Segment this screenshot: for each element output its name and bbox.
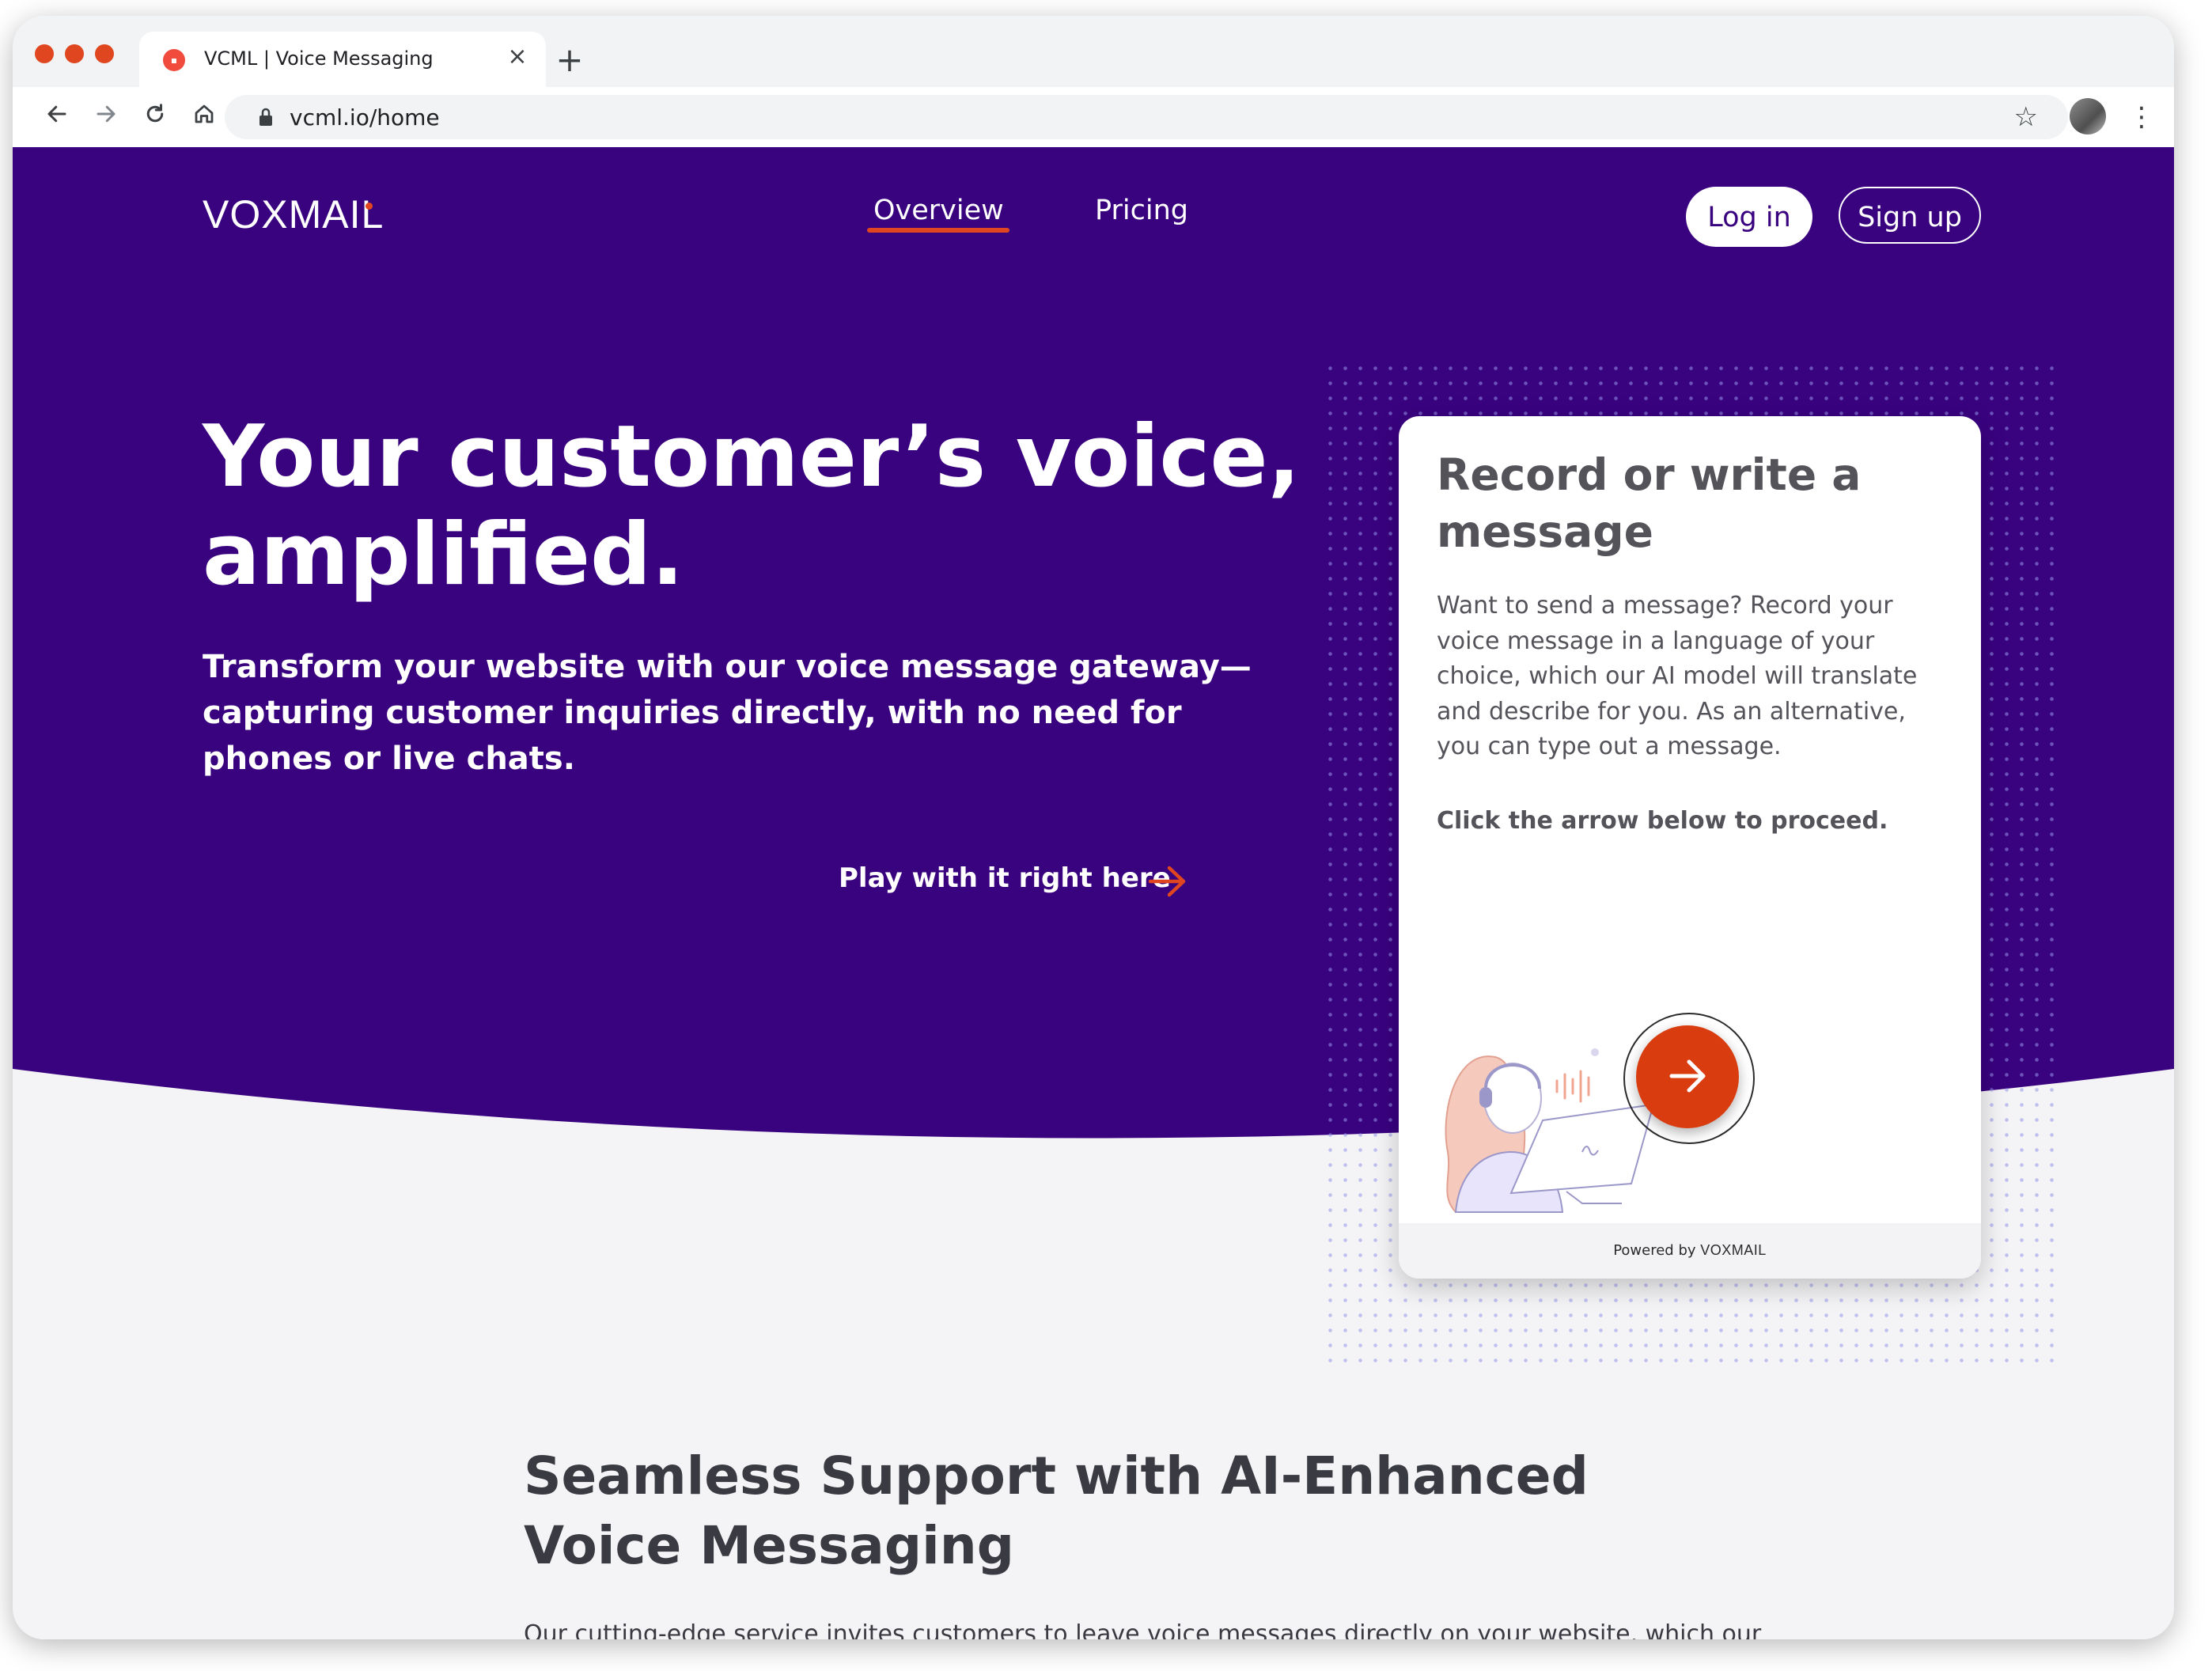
close-tab-icon[interactable]: ×: [503, 43, 532, 71]
close-window-icon[interactable]: [35, 44, 54, 63]
favicon-icon: ▪: [163, 49, 185, 71]
powered-by-brand: VOXMAIL: [1700, 1242, 1767, 1258]
browser-titlebar: ▪ VCML | Voice Messaging × +: [13, 16, 2174, 87]
section-body: Our cutting-edge service invites custome…: [524, 1620, 1762, 1639]
active-nav-underline: [867, 228, 1009, 233]
url-text: vcml.io/home: [290, 104, 440, 131]
hero-subtitle: Transform your website with our voice me…: [203, 649, 1252, 777]
nav-link-pricing[interactable]: Pricing: [1095, 195, 1188, 226]
arrow-right-icon[interactable]: [1147, 864, 1188, 899]
brand-logo[interactable]: VOXMAIL: [203, 191, 384, 237]
page-content: VOXMAIL Overview Pricing Log in Sign up …: [13, 147, 2174, 1639]
logo-accent-dot: [366, 203, 373, 210]
card-description: Want to send a message? Record your voic…: [1437, 592, 1918, 760]
powered-by-label: Powered by VOXMAIL: [1399, 1242, 1981, 1259]
hero-title: Your customer’s voice, amplified.: [203, 407, 1301, 604]
nav-link-overview[interactable]: Overview: [873, 195, 1004, 226]
powered-by-prefix: Powered by: [1613, 1242, 1696, 1259]
back-icon[interactable]: [40, 100, 74, 135]
address-bar[interactable]: vcml.io/home ☆: [225, 95, 2068, 139]
profile-avatar[interactable]: [2070, 98, 2106, 135]
card-footer: Powered by VOXMAIL: [1399, 1223, 1981, 1279]
card-instruction: Click the arrow below to proceed.: [1437, 807, 1888, 835]
message-widget-card: Record or write a message Want to send a…: [1399, 416, 1981, 1279]
minimize-window-icon[interactable]: [65, 44, 84, 63]
signup-button[interactable]: Sign up: [1839, 187, 1981, 244]
section-title: Seamless Support with AI-Enhanced Voice …: [524, 1446, 1589, 1576]
lock-icon: [259, 108, 272, 126]
reload-icon[interactable]: [138, 100, 172, 135]
site-nav: VOXMAIL Overview Pricing Log in Sign up: [13, 147, 2174, 282]
forward-icon[interactable]: [89, 100, 123, 135]
browser-window: ▪ VCML | Voice Messaging × + vcml.io/hom…: [13, 16, 2174, 1639]
new-tab-icon[interactable]: +: [552, 43, 587, 78]
browser-toolbar: vcml.io/home ☆ ⋮: [13, 87, 2174, 148]
play-cta-link[interactable]: Play with it right here: [839, 862, 1171, 894]
browser-menu-icon[interactable]: ⋮: [2128, 100, 2155, 135]
tab-title: VCML | Voice Messaging: [204, 47, 434, 70]
card-title: Record or write a message: [1437, 449, 1862, 557]
browser-tab[interactable]: ▪ VCML | Voice Messaging ×: [139, 32, 546, 87]
maximize-window-icon[interactable]: [95, 44, 114, 63]
arrow-right-icon: [1669, 1059, 1706, 1092]
bookmark-star-icon[interactable]: ☆: [2014, 101, 2038, 133]
login-button[interactable]: Log in: [1686, 187, 1812, 247]
home-icon[interactable]: [187, 100, 222, 135]
proceed-arrow-button[interactable]: [1636, 1025, 1739, 1128]
